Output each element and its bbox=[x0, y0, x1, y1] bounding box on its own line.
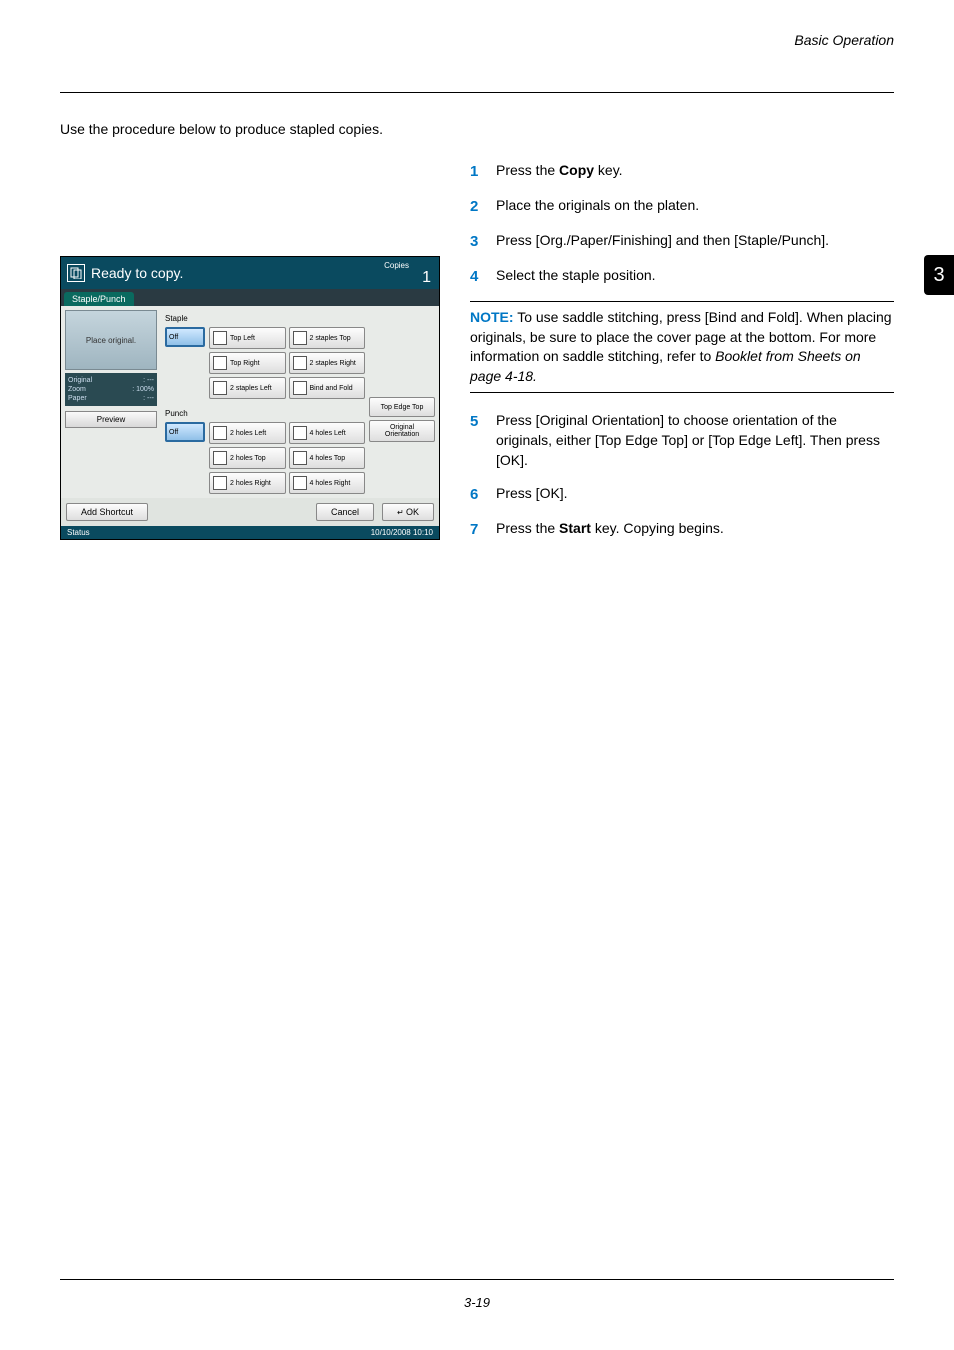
staple-2-top[interactable]: 2 staples Top bbox=[289, 327, 366, 349]
preview-placeholder-top: Place original. bbox=[65, 310, 157, 370]
tab-staple-punch[interactable]: Staple/Punch bbox=[64, 292, 134, 306]
preview-button[interactable]: Preview bbox=[65, 411, 157, 428]
staple-top-right[interactable]: Top Right bbox=[209, 352, 286, 374]
footer-rule bbox=[60, 1279, 894, 1280]
add-shortcut-button[interactable]: Add Shortcut bbox=[66, 503, 148, 521]
copies-label: Copies bbox=[384, 261, 409, 270]
punch-label: Punch bbox=[165, 405, 203, 418]
panel-titlebar: Ready to copy. Copies 1 bbox=[61, 257, 439, 289]
copy-icon bbox=[67, 264, 85, 282]
copies-value: 1 bbox=[422, 269, 431, 287]
punch-4-right[interactable]: 4 holes Right bbox=[289, 472, 366, 494]
staple-top-left[interactable]: Top Left bbox=[209, 327, 286, 349]
preview-info: Original: --- Zoom: 100% Paper: --- bbox=[65, 373, 157, 406]
punch-4-left[interactable]: 4 holes Left bbox=[289, 422, 366, 444]
ok-button[interactable]: OK bbox=[382, 503, 434, 521]
staple-label: Staple bbox=[165, 310, 203, 323]
page-number: 3-19 bbox=[0, 1295, 954, 1310]
staple-off-button[interactable]: Off bbox=[165, 327, 205, 347]
note-box: NOTE: To use saddle stitching, press [Bi… bbox=[470, 301, 894, 393]
punch-2-top[interactable]: 2 holes Top bbox=[209, 447, 286, 469]
punch-4-top[interactable]: 4 holes Top bbox=[289, 447, 366, 469]
copier-panel: Ready to copy. Copies 1 Staple/Punch Pla… bbox=[60, 256, 440, 540]
steps-list-a: 1Press the Copy key. 2Place the original… bbox=[470, 161, 894, 287]
header-section: Basic Operation bbox=[794, 32, 894, 48]
note-label: NOTE: bbox=[470, 309, 514, 325]
status-datetime: 10/10/2008 10:10 bbox=[371, 528, 433, 537]
panel-title: Ready to copy. bbox=[91, 265, 183, 281]
punch-2-right[interactable]: 2 holes Right bbox=[209, 472, 286, 494]
status-label[interactable]: Status bbox=[67, 528, 90, 537]
steps-list-b: 5Press [Original Orientation] to choose … bbox=[470, 411, 894, 540]
original-orientation-button[interactable]: Original Orientation bbox=[369, 420, 435, 442]
punch-2-left[interactable]: 2 holes Left bbox=[209, 422, 286, 444]
panel-statusbar: Status 10/10/2008 10:10 bbox=[61, 526, 439, 539]
header-rule bbox=[60, 92, 894, 93]
staple-2-right[interactable]: 2 staples Right bbox=[289, 352, 366, 374]
cancel-button[interactable]: Cancel bbox=[316, 503, 374, 521]
staple-2-left[interactable]: 2 staples Left bbox=[209, 377, 286, 399]
chapter-tab: 3 bbox=[924, 255, 954, 295]
intro-text: Use the procedure below to produce stapl… bbox=[60, 121, 894, 137]
punch-off-button[interactable]: Off bbox=[165, 422, 205, 442]
panel-tabs: Staple/Punch bbox=[61, 289, 439, 306]
staple-bind-fold[interactable]: Bind and Fold bbox=[289, 377, 366, 399]
orientation-value: Top Edge Top bbox=[369, 397, 435, 417]
